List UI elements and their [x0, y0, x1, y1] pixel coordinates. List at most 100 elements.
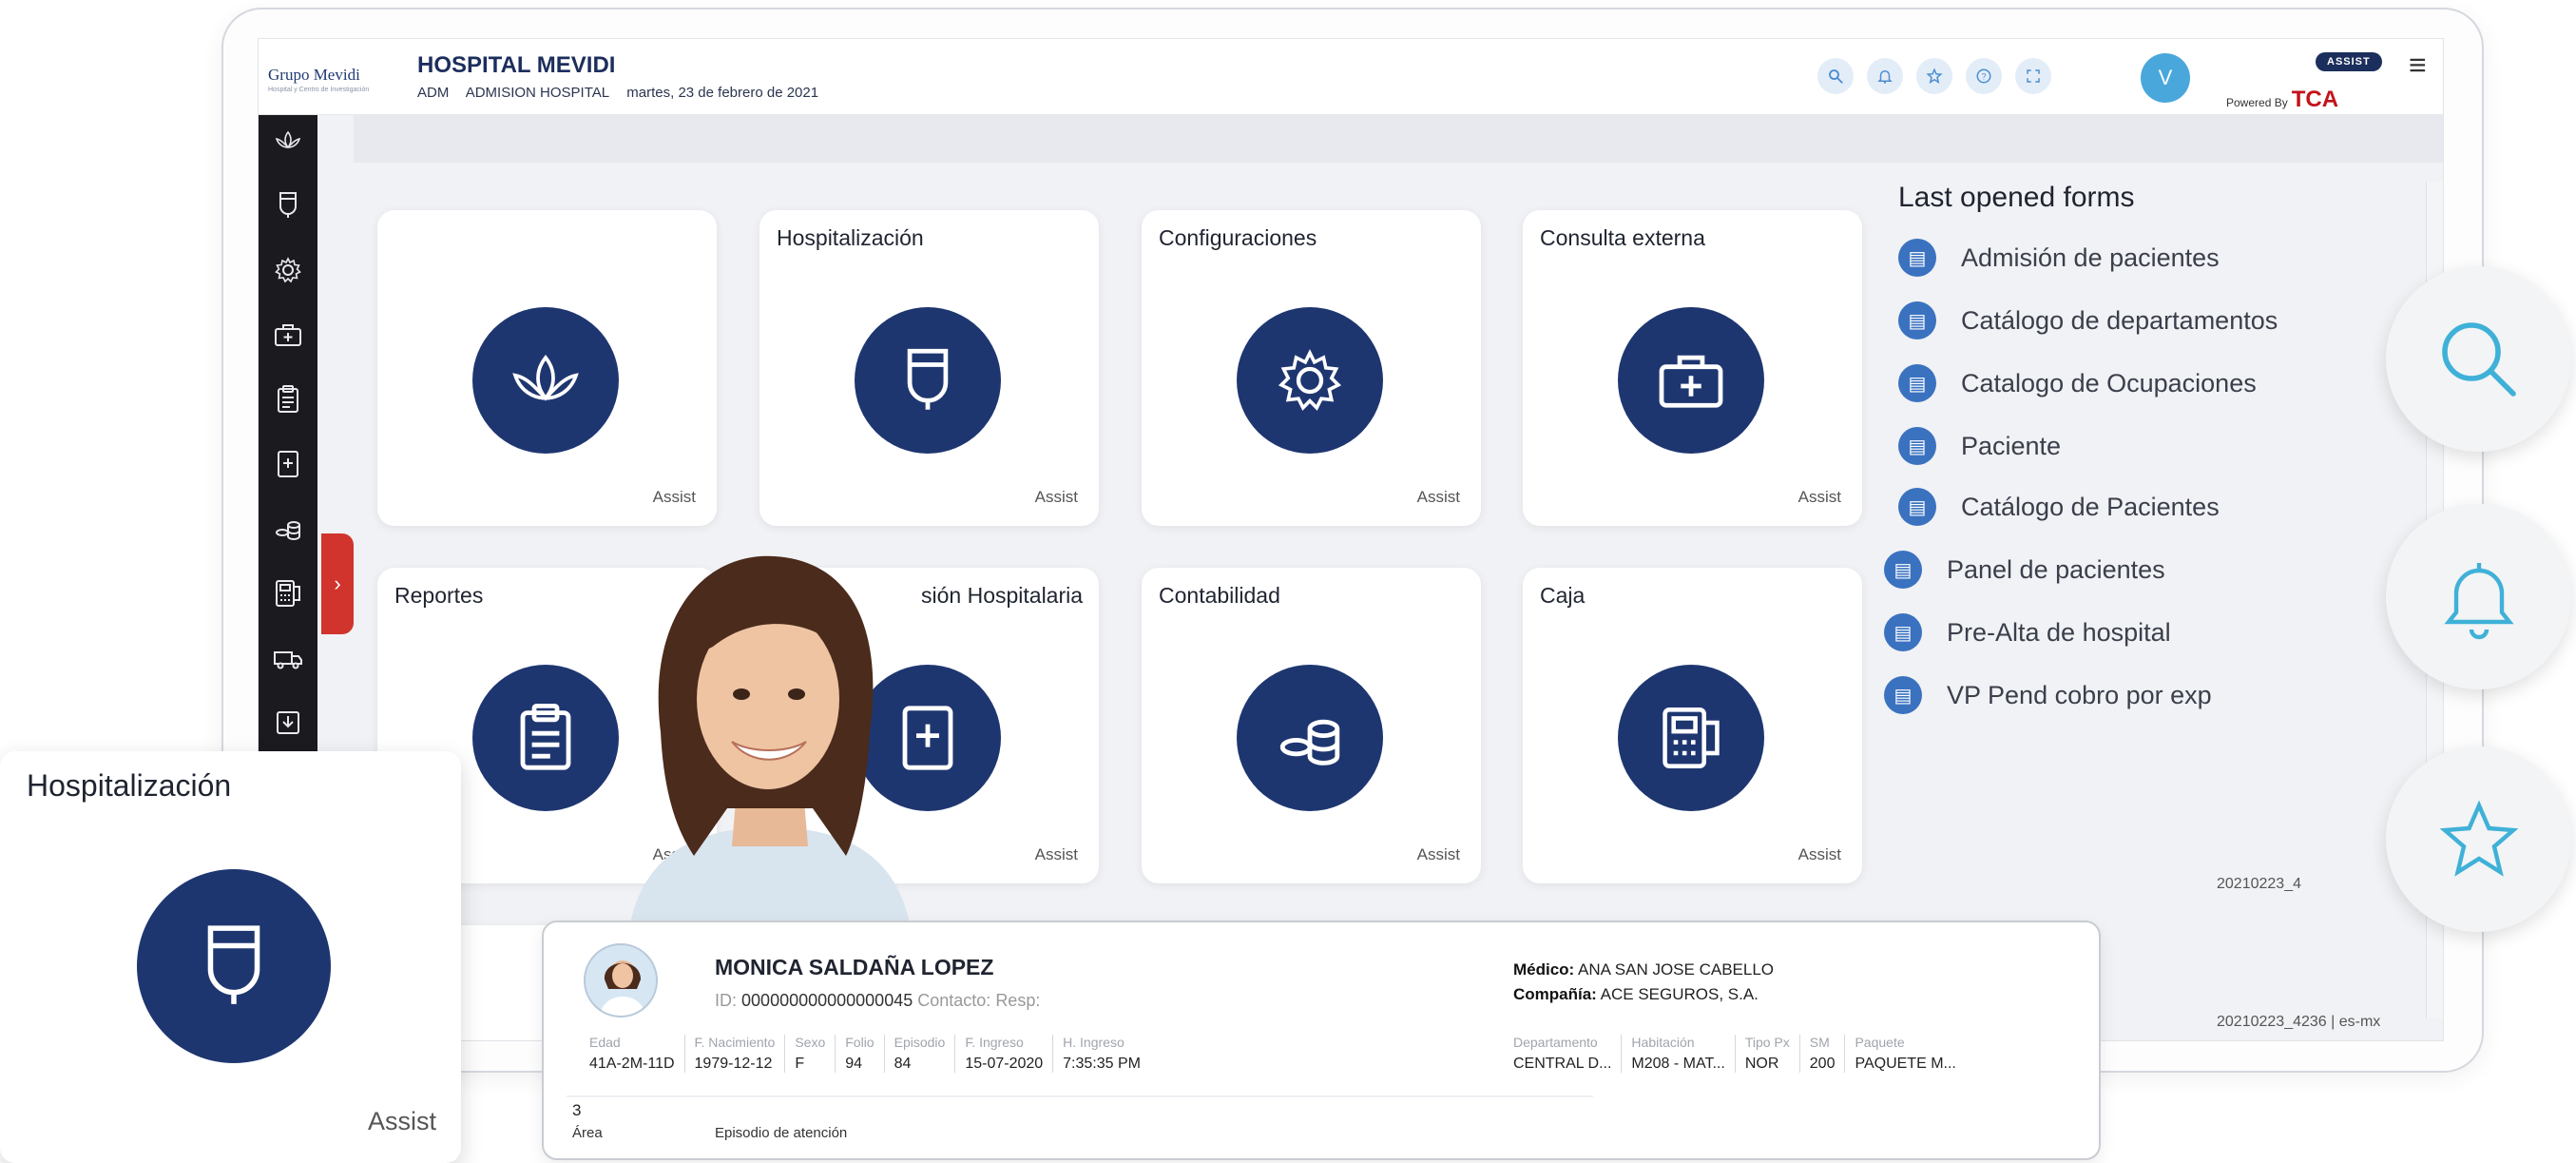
tile-caja[interactable]: Caja Assist [1523, 568, 1862, 883]
clipboard-icon[interactable] [268, 379, 308, 419]
floating-search-button[interactable] [2386, 266, 2571, 452]
patient-name: MONICA SALDAÑA LOPEZ [715, 955, 994, 979]
recent-form-label: Catálogo de departamentos [1961, 305, 2278, 335]
tile-title: Reportes [394, 583, 484, 608]
patient-field: Habitación M208 - MAT... [1621, 1035, 1734, 1073]
field-value: NOR [1744, 1056, 1779, 1072]
recent-form-item[interactable]: ▤ Panel de pacientes [1884, 551, 2165, 589]
field-label: H. Ingreso [1063, 1035, 1125, 1050]
field-label: F. Nacimiento [694, 1035, 776, 1050]
form-icon: ▤ [1898, 239, 1936, 277]
iv-bag-icon [137, 869, 331, 1063]
sidebar-expand-toggle[interactable]: › [321, 533, 354, 634]
medico-line: Médico: ANA SAN JOSE CABELLO [1513, 960, 1774, 979]
form-icon: ▤ [1898, 301, 1936, 339]
tile-consulta-externa[interactable]: Consulta externa Assist [1523, 210, 1862, 526]
field-label: SM [1809, 1035, 1830, 1050]
tile-assist-label[interactable]: Assist [1417, 488, 1460, 507]
recent-form-item[interactable]: ▤ Catálogo de Pacientes [1898, 488, 2220, 526]
expand-icon[interactable] [2015, 58, 2051, 94]
field-label: Paquete [1855, 1035, 1905, 1050]
lotus-icon[interactable] [268, 121, 308, 161]
patient-info-card: MONICA SALDAÑA LOPEZ ID: 000000000000000… [542, 921, 2101, 1160]
bell-icon[interactable] [1867, 58, 1903, 94]
recent-form-item[interactable]: ▤ Paciente [1898, 427, 2061, 465]
ambulance-icon[interactable] [268, 638, 308, 678]
field-value: 7:35:35 PM [1063, 1056, 1141, 1072]
field-label: Departamento [1513, 1035, 1598, 1050]
field-value: 15-07-2020 [965, 1056, 1044, 1072]
tca-logo: TCA [2291, 87, 2339, 112]
tile-contabilidad[interactable]: Contabilidad Assist [1142, 568, 1481, 883]
episode-label: Episodio de atención [715, 1125, 848, 1141]
field-value: 1979-12-12 [694, 1056, 773, 1072]
field-value: M208 - MAT... [1631, 1056, 1725, 1072]
field-value: 200 [1809, 1056, 1836, 1072]
medical-kit-icon [1618, 307, 1764, 454]
field-label: Habitación [1631, 1035, 1695, 1050]
recent-form-label: VP Pend cobro por exp [1947, 680, 2212, 709]
patient-field: F. Ingreso 15-07-2020 [954, 1035, 1052, 1073]
patient-field: Departamento CENTRAL D... [1513, 1035, 1621, 1073]
recent-form-item[interactable]: ▤ Catálogo de departamentos [1898, 301, 2278, 339]
tile-assist-label[interactable]: Assist [1035, 845, 1078, 864]
recent-form-label: Catálogo de Pacientes [1961, 492, 2220, 521]
star-icon[interactable] [1916, 58, 1952, 94]
floating-hospitalizacion-card[interactable]: Hospitalización Assist [0, 751, 461, 1163]
version-label: 20210223_4236 | es-mx [2217, 1014, 2381, 1030]
tile-assist-label[interactable]: Assist [1035, 488, 1078, 507]
patient-fields: Edad 41A-2M-11D F. Nacimiento 1979-12-12 S… [589, 1035, 1150, 1073]
assist-badge[interactable]: ASSIST [2316, 52, 2382, 71]
pos-terminal-icon[interactable] [268, 573, 308, 613]
medico-value: ANA SAN JOSE CABELLO [1578, 960, 1774, 979]
patient-field: F. Nacimiento 1979-12-12 [683, 1035, 785, 1073]
svg-text:?: ? [1981, 71, 1986, 81]
menu-icon[interactable]: ≡ [2409, 49, 2437, 80]
gear-icon[interactable] [268, 250, 308, 290]
download-icon[interactable] [268, 703, 308, 743]
recent-form-item[interactable]: ▤ VP Pend cobro por exp [1884, 676, 2212, 714]
version-label: 20210223_4 [2217, 876, 2301, 892]
brand-tagline: Hospital y Centro de Investigación [268, 87, 370, 93]
star-icon [2439, 799, 2518, 877]
patient-field: Folio 94 [835, 1035, 883, 1073]
tile-configuraciones[interactable]: Configuraciones Assist [1142, 210, 1481, 526]
field-label: Tipo Px [1744, 1035, 1790, 1050]
tile-hospitalizacion[interactable]: Hospitalización Assist [759, 210, 1099, 526]
last-opened-forms: Last opened forms [1898, 182, 2393, 227]
coins-icon[interactable] [268, 509, 308, 549]
floating-notifications-button[interactable] [2386, 504, 2571, 689]
form-icon: ▤ [1884, 613, 1922, 651]
brand-logo[interactable]: Grupo Mevidi Hospital y Centro de Invest… [268, 66, 411, 93]
tile-title: Caja [1540, 583, 1586, 608]
floating-favorites-button[interactable] [2386, 746, 2571, 932]
medical-kit-icon[interactable] [268, 315, 308, 355]
tile-assist-label[interactable]: Assist [1798, 488, 1841, 507]
patient-id-line: ID: 000000000000000045 Contacto: Resp: [715, 991, 1040, 1011]
tile-title: Contabilidad [1159, 583, 1280, 608]
iv-bag-icon[interactable] [268, 185, 308, 225]
recent-form-item[interactable]: ▤ Admisión de pacientes [1898, 239, 2220, 277]
field-value: F [795, 1056, 805, 1072]
medical-book-icon[interactable] [268, 444, 308, 484]
search-icon[interactable] [1817, 58, 1854, 94]
patient-field: Edad 41A-2M-11D [589, 1035, 684, 1073]
tile-assist-label[interactable]: Assist [653, 488, 696, 507]
help-icon[interactable]: ? [1966, 58, 2002, 94]
powered-by-label: Powered By [2226, 96, 2288, 109]
tile-assist-label[interactable]: Assist [1417, 845, 1460, 864]
user-avatar[interactable]: V [2141, 53, 2190, 103]
tile-assist-label[interactable]: Assist [1798, 845, 1841, 864]
recent-form-item[interactable]: ▤ Pre-Alta de hospital [1884, 613, 2171, 651]
recent-form-label: Catalogo de Ocupaciones [1961, 368, 2257, 397]
floating-card-assist-label[interactable]: Assist [368, 1107, 436, 1136]
recent-form-item[interactable]: ▤ Catalogo de Ocupaciones [1898, 364, 2257, 402]
chevron-right-icon: › [334, 572, 341, 595]
tile-title: Consulta externa [1540, 225, 1705, 250]
coins-icon [1237, 665, 1383, 811]
woman-photo [627, 555, 913, 941]
tile-main[interactable]: Assist [377, 210, 717, 526]
compania-value: ACE SEGUROS, S.A. [1600, 985, 1759, 1003]
powered-by: Powered By TCA [2226, 87, 2338, 113]
recent-form-label: Paciente [1961, 431, 2062, 460]
